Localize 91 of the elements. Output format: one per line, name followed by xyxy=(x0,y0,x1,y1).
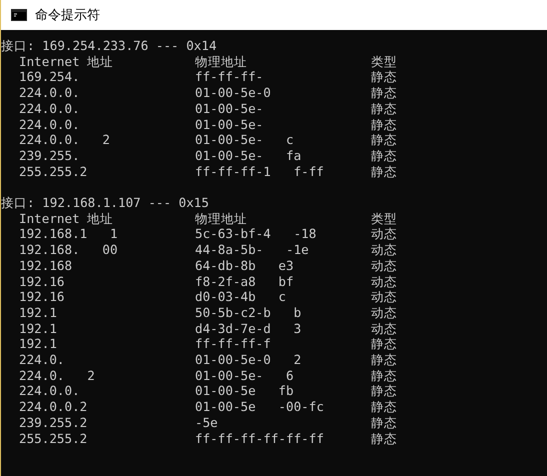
ip-address-text: 224.0.0. xyxy=(19,85,80,101)
mac-address-text: 01-00-5e-0 xyxy=(195,352,271,368)
window-title: 命令提示符 xyxy=(35,6,100,24)
type-text: 动态 xyxy=(371,320,397,336)
ip-address-text: 169.254. xyxy=(19,69,80,86)
mac-address-text: 01-00-5e-0 xyxy=(195,85,271,101)
mac-address-text: ff-ff-ff-f xyxy=(195,336,271,352)
type-text: 静态 xyxy=(371,352,397,368)
type-text: 动态 xyxy=(371,274,397,290)
mac-address-text: 01-00-5e- xyxy=(195,148,264,164)
type-text: 静态 xyxy=(371,336,397,352)
mac-address-text: b xyxy=(294,304,302,321)
ip-address-text: 239.255.2 xyxy=(19,414,88,431)
type-text: 动态 xyxy=(371,258,397,274)
type-text: 静态 xyxy=(371,383,397,400)
mac-address-text: -5e xyxy=(195,414,218,431)
ip-address-text: 192.168. xyxy=(19,242,80,258)
mac-address-text: 5c-63-bf-4 xyxy=(195,226,271,242)
type-text: 静态 xyxy=(371,132,397,148)
ip-address-text: 224.0.0.2 xyxy=(19,399,88,415)
ip-address-text: 224.0.0. xyxy=(19,383,80,400)
ip-address-text: 239.255. xyxy=(19,148,80,164)
type-text: 动态 xyxy=(371,226,397,242)
mac-address-text: bf xyxy=(278,274,294,290)
ip-address-text: 224.0. xyxy=(19,352,64,368)
mac-address-text: 01-00-5e xyxy=(195,399,256,415)
interface-header: 接口: 192.168.1.107 --- 0x15 xyxy=(1,195,209,211)
mac-address-text: ff-ff-ff-1 xyxy=(195,164,271,180)
ip-address-text: 224.0. xyxy=(19,368,64,384)
ip-address-text: 192.168 xyxy=(19,258,72,274)
type-text: 静态 xyxy=(371,414,397,431)
column-header: 类型 xyxy=(371,54,397,70)
type-text: 静态 xyxy=(371,148,397,164)
ip-address-text: 192.1 xyxy=(19,304,57,321)
interface-header: 接口: 169.254.233.76 --- 0x14 xyxy=(1,38,217,54)
column-header: 类型 xyxy=(371,210,397,226)
mac-address-text: ff-ff-ff- xyxy=(195,69,264,86)
mac-address-text: 50-5b-c2-b xyxy=(195,304,271,321)
mac-address-text: 44-8a-5b- xyxy=(195,242,264,258)
mac-address-text: 01-00-5e- xyxy=(195,116,264,132)
ip-address-text: 255.255.2 xyxy=(19,164,88,180)
mac-address-text: 01-00-5e- xyxy=(195,100,264,117)
ip-address-text: 192.168.1 xyxy=(19,226,88,242)
ip-address-text: 255.255.2 xyxy=(19,430,88,446)
mac-address-text: f8-2f-a8 xyxy=(195,274,256,290)
type-text: 静态 xyxy=(371,85,397,101)
ip-address-text: 192.16 xyxy=(19,289,64,305)
ip-address-text: 224.0.0. xyxy=(19,116,80,132)
mac-address-text: d0-03-4b xyxy=(195,289,256,305)
mac-address-text: 3 xyxy=(294,320,302,336)
type-text: 静态 xyxy=(371,69,397,86)
ip-address-text: 224.0.0. xyxy=(19,132,80,148)
mac-address-text: c xyxy=(286,132,294,148)
mac-address-text: -00-fc xyxy=(278,399,324,415)
ip-address-text: 192.16 xyxy=(19,274,64,290)
ip-address-text: 00 xyxy=(102,242,118,258)
ip-address-text: 2 xyxy=(102,132,110,148)
ip-address-text: 2 xyxy=(87,368,95,384)
mac-address-text: e3 xyxy=(278,258,294,274)
type-text: 动态 xyxy=(371,242,397,258)
mac-address-text: ff-ff-ff-ff-ff-ff xyxy=(195,430,324,446)
type-text: 动态 xyxy=(371,304,397,321)
column-header: Internet 地址 xyxy=(19,210,114,226)
mac-address-text: fb xyxy=(278,383,294,400)
column-header: 物理地址 xyxy=(195,210,247,226)
ip-address-text: 224.0.0. xyxy=(19,100,80,117)
column-header: Internet 地址 xyxy=(19,54,114,70)
type-text: 静态 xyxy=(371,430,397,446)
console-app-icon xyxy=(11,9,27,21)
mac-address-text: 01-00-5e- xyxy=(195,132,264,148)
mac-address-text: 01-00-5e xyxy=(195,383,256,400)
type-text: 动态 xyxy=(371,289,397,305)
ip-address-text: 192.1 xyxy=(19,320,57,336)
type-text: 静态 xyxy=(371,399,397,415)
mac-address-text: 6 xyxy=(286,368,294,384)
mac-address-text: 64-db-8b xyxy=(195,258,256,274)
type-text: 静态 xyxy=(371,368,397,384)
mac-address-text: c xyxy=(278,289,286,305)
mac-address-text: d4-3d-7e-d xyxy=(195,320,271,336)
mac-address-text: -1e xyxy=(286,242,309,258)
mac-address-text: f-ff xyxy=(294,164,324,180)
mac-address-text: -18 xyxy=(294,226,316,242)
mac-address-text: 2 xyxy=(294,352,302,368)
column-header: 物理地址 xyxy=(195,54,247,70)
ip-address-text: 192.1 xyxy=(19,336,57,352)
ip-address-text: 1 xyxy=(110,226,118,242)
type-text: 静态 xyxy=(371,100,397,117)
mac-address-text: fa xyxy=(286,148,302,164)
mac-address-text: 01-00-5e- xyxy=(195,368,264,384)
type-text: 静态 xyxy=(371,116,397,132)
type-text: 静态 xyxy=(371,164,397,180)
